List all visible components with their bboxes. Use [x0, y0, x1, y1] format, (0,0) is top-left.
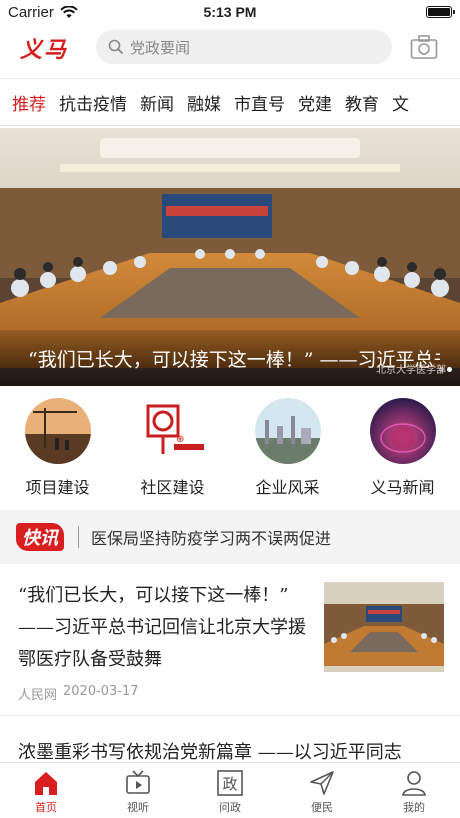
category-label: 社区建设 [140, 478, 205, 497]
tab-epidemic[interactable]: 抗击疫情 [59, 90, 134, 115]
banner-pager [439, 367, 452, 372]
article-meta: 人民网 2020-03-17 [18, 684, 139, 703]
search-placeholder: 党政要闻 [130, 38, 191, 57]
category-label: 企业风采 [255, 478, 320, 497]
community-logo-icon: ⊕ [139, 398, 206, 464]
pager-dot [439, 367, 444, 372]
wifi-icon [60, 5, 78, 18]
news-article[interactable]: “我们已长大，可以接下这一棒！” ——习近平总书记回信让北京大学援鄂医疗队备受鼓… [0, 566, 460, 716]
nav-label: 我的 [403, 801, 425, 814]
channel-tabs: 推荐 抗击疫情 新闻 融媒 市直号 党建 教育 文 [0, 78, 460, 126]
status-left: Carrier [8, 4, 78, 21]
tab-media[interactable]: 融媒 [187, 90, 228, 115]
category-label: 项目建设 [25, 478, 90, 497]
politics-icon: 政 [217, 770, 243, 796]
user-icon [402, 771, 426, 796]
category-community-construction[interactable]: ⊕ 社区建设 [123, 394, 223, 504]
factory-icon [254, 398, 321, 464]
flash-headline: 医保局坚持防疫学习两不误两促进 [91, 529, 332, 548]
bottom-tab-bar: 首页 视听 政 问政 便民 我的 [0, 762, 460, 818]
tab-recommend[interactable]: 推荐 [12, 90, 53, 115]
category-project-construction[interactable]: 项目建设 [8, 394, 108, 504]
carrier-label: Carrier [8, 3, 54, 21]
globe-news-icon [369, 398, 436, 464]
category-enterprise[interactable]: 企业风采 [238, 394, 338, 504]
article-thumbnail [324, 582, 444, 672]
flash-badge: 快讯 [16, 523, 64, 551]
article-title: “我们已长大，可以接下这一棒！” ——习近平总书记回信让北京大学援鄂医疗队备受鼓… [18, 585, 306, 670]
banner-watermark: 北京大学医学部 [376, 365, 446, 376]
tab-education[interactable]: 教育 [345, 90, 386, 115]
pager-dot [447, 367, 452, 372]
tv-icon [126, 770, 150, 794]
svg-text:⊕: ⊕ [176, 434, 184, 445]
category-label: 义马新闻 [370, 478, 435, 497]
status-bar: Carrier 5:13 PM [0, 0, 460, 24]
search-input[interactable]: 党政要闻 [96, 30, 392, 64]
nav-label: 首页 [35, 801, 57, 814]
nav-profile[interactable]: 我的 [379, 769, 449, 815]
battery-icon [426, 6, 455, 18]
send-icon [310, 771, 334, 795]
nav-home[interactable]: 首页 [11, 769, 81, 815]
article-source: 人民网 [18, 688, 58, 703]
category-yima-news[interactable]: 义马新闻 [353, 394, 453, 504]
search-icon [108, 39, 124, 55]
tab-party[interactable]: 党建 [298, 90, 339, 115]
tab-culture[interactable]: 文 [392, 90, 416, 115]
category-grid: 项目建设 ⊕ 社区建设 企业风采 义马新闻 [0, 394, 460, 504]
flash-news-bar[interactable]: 快讯 医保局坚持防疫学习两不误两促进 [0, 510, 460, 564]
app-header: 义马 党政要闻 [0, 26, 460, 70]
article-date: 2020-03-17 [63, 684, 139, 699]
tab-city-accounts[interactable]: 市直号 [234, 90, 292, 115]
svg-text:政: 政 [222, 775, 237, 793]
nav-services[interactable]: 便民 [287, 769, 357, 815]
app-logo: 义马 [20, 37, 69, 63]
camera-icon[interactable] [410, 34, 438, 60]
construction-crane-icon [24, 398, 91, 464]
status-time: 5:13 PM [203, 4, 257, 20]
nav-label: 问政 [219, 801, 241, 814]
nav-label: 视听 [127, 801, 149, 814]
divider [78, 526, 79, 548]
nav-label: 便民 [311, 801, 333, 814]
banner-carousel[interactable]: “我们已长大，可以接下这一棒！” ——习近平总书记回信让北京大学援鄂医疗队备受鼓… [0, 128, 460, 386]
article2-title[interactable]: 浓墨重彩书写依规治党新篇章 ——以习近平同志 [18, 738, 448, 764]
home-icon [35, 772, 57, 795]
tab-news[interactable]: 新闻 [140, 90, 181, 115]
nav-video[interactable]: 视听 [103, 769, 173, 815]
nav-inquiry[interactable]: 政 问政 [195, 769, 265, 815]
